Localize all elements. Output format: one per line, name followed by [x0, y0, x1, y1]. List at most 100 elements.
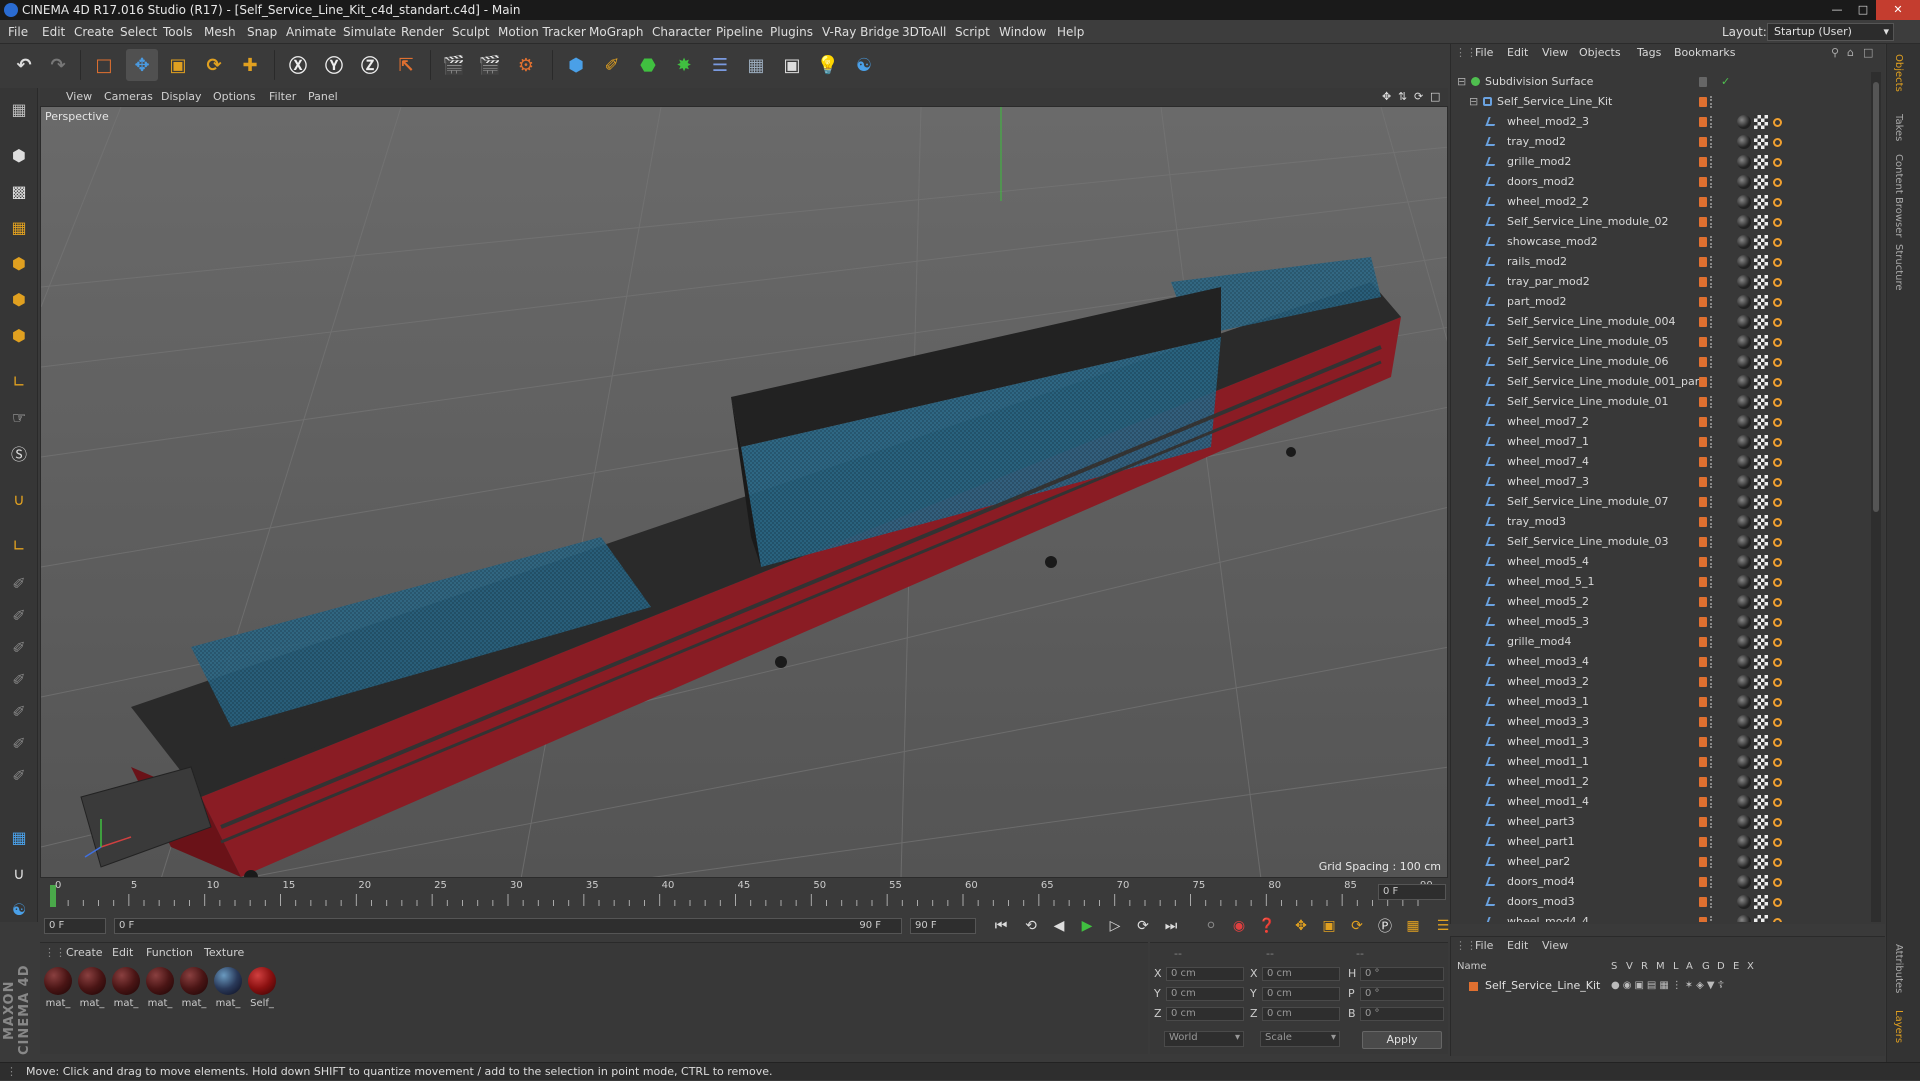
x-axis-lock-icon[interactable]: Ⓧ — [282, 49, 314, 81]
visibility-dots-icon[interactable] — [1710, 736, 1713, 748]
tree-row-object[interactable]: Self_Service_Line_module_01 — [1451, 392, 1871, 412]
visibility-dots-icon[interactable] — [1710, 396, 1713, 408]
menu-window[interactable]: Window — [999, 20, 1046, 44]
texture-tag-icon[interactable] — [1754, 175, 1768, 189]
material-tag-icon[interactable] — [1737, 755, 1751, 769]
layer-color-swatch[interactable] — [1699, 797, 1707, 807]
visibility-dots-icon[interactable] — [1710, 836, 1713, 848]
next-frame-icon[interactable]: ▷ — [1104, 915, 1126, 937]
viewport-scene[interactable] — [41, 107, 1448, 878]
visibility-dots-icon[interactable] — [1710, 896, 1713, 908]
material-swatch[interactable]: mat_ — [178, 967, 210, 1009]
menu-file[interactable]: File — [8, 20, 28, 44]
texture-tag-icon[interactable] — [1754, 795, 1768, 809]
sculpt-smooth-icon[interactable]: ✐ — [3, 632, 35, 662]
om-menu-bookmarks[interactable]: Bookmarks — [1674, 44, 1735, 62]
visibility-dots-icon[interactable] — [1710, 656, 1713, 668]
texture-tag-icon[interactable] — [1754, 615, 1768, 629]
visibility-dots-icon[interactable] — [1710, 336, 1713, 348]
material-tag-icon[interactable] — [1737, 635, 1751, 649]
texture-tag-icon[interactable] — [1754, 875, 1768, 889]
layer-color-swatch[interactable] — [1699, 697, 1707, 707]
z-axis-lock-icon[interactable]: Ⓩ — [354, 49, 386, 81]
tree-row-object[interactable]: wheel_mod1_2 — [1451, 772, 1871, 792]
visibility-dots-icon[interactable] — [1710, 416, 1713, 428]
material-tag-icon[interactable] — [1737, 395, 1751, 409]
texture-tag-icon[interactable] — [1754, 355, 1768, 369]
phong-tag-icon[interactable] — [1773, 358, 1782, 367]
om-menu-objects[interactable]: Objects — [1579, 44, 1621, 62]
layer-color-swatch[interactable] — [1699, 177, 1707, 187]
layer-color-swatch[interactable] — [1699, 137, 1707, 147]
render-picture-viewer-icon[interactable]: 🎬 — [474, 49, 506, 81]
tab-takes[interactable]: Takes — [1893, 114, 1904, 141]
material-swatch[interactable]: mat_ — [42, 967, 74, 1009]
phong-tag-icon[interactable] — [1773, 118, 1782, 127]
frame-range-slider[interactable]: 0 F 90 F — [114, 918, 902, 934]
tab-objects[interactable]: Objects — [1893, 54, 1904, 92]
collapse-icon[interactable]: ⊟ — [1457, 72, 1466, 92]
visibility-dots-icon[interactable] — [1710, 376, 1713, 388]
phong-tag-icon[interactable] — [1773, 258, 1782, 267]
material-tag-icon[interactable] — [1737, 535, 1751, 549]
model-mode-icon[interactable]: ⬢ — [3, 140, 35, 170]
material-tag-icon[interactable] — [1737, 335, 1751, 349]
texture-tag-icon[interactable] — [1754, 475, 1768, 489]
phong-tag-icon[interactable] — [1773, 778, 1782, 787]
menu-render[interactable]: Render — [401, 20, 444, 44]
tree-row-object[interactable]: wheel_mod4_4 — [1451, 912, 1871, 922]
phong-tag-icon[interactable] — [1773, 898, 1782, 907]
texture-tag-icon[interactable] — [1754, 635, 1768, 649]
new-window-icon[interactable]: □ — [1863, 44, 1873, 62]
layer-color-swatch[interactable] — [1699, 857, 1707, 867]
tree-row-object[interactable]: rails_mod2 — [1451, 252, 1871, 272]
tree-row-object[interactable]: Self_Service_Line_module_07 — [1451, 492, 1871, 512]
perspective-viewport[interactable]: Perspective Grid Spacing : 100 cm — [40, 106, 1448, 878]
phong-tag-icon[interactable] — [1773, 818, 1782, 827]
layer-color-swatch[interactable] — [1699, 257, 1707, 267]
camera-icon[interactable]: ▣ — [776, 49, 808, 81]
material-tag-icon[interactable] — [1737, 595, 1751, 609]
layer-color-swatch[interactable] — [1699, 777, 1707, 787]
phong-tag-icon[interactable] — [1773, 858, 1782, 867]
material-swatch[interactable]: mat_ — [110, 967, 142, 1009]
layer-color-swatch[interactable] — [1699, 497, 1707, 507]
texture-tag-icon[interactable] — [1754, 275, 1768, 289]
rotation-p-field[interactable]: 0 ° — [1360, 987, 1444, 1001]
texture-tag-icon[interactable] — [1754, 295, 1768, 309]
phong-tag-icon[interactable] — [1773, 178, 1782, 187]
spline-pen-icon[interactable]: ✐ — [596, 49, 628, 81]
om-menu-view[interactable]: View — [1542, 44, 1568, 62]
edges-mode-icon[interactable]: ⬢ — [3, 284, 35, 314]
tree-row-object[interactable]: wheel_mod_5_1 — [1451, 572, 1871, 592]
make-editable-icon[interactable]: ▦ — [3, 94, 35, 124]
magnet-lock-icon[interactable]: ∪ — [3, 858, 35, 888]
material-tag-icon[interactable] — [1737, 475, 1751, 489]
material-tag-icon[interactable] — [1737, 875, 1751, 889]
viewport-orbit-icon[interactable]: ⟳ — [1414, 88, 1423, 106]
material-tag-icon[interactable] — [1737, 455, 1751, 469]
visibility-dots-icon[interactable] — [1710, 876, 1713, 888]
phong-tag-icon[interactable] — [1773, 278, 1782, 287]
layer-color-swatch[interactable] — [1699, 237, 1707, 247]
texture-tag-icon[interactable] — [1754, 835, 1768, 849]
tree-row-object[interactable]: wheel_mod3_3 — [1451, 712, 1871, 732]
visibility-dots-icon[interactable] — [1710, 96, 1713, 108]
tree-row-object[interactable]: wheel_mod5_3 — [1451, 612, 1871, 632]
material-tag-icon[interactable] — [1737, 355, 1751, 369]
tree-row-subdivision-surface[interactable]: ⊟ Subdivision Surface ✓ — [1451, 72, 1871, 92]
material-tag-icon[interactable] — [1737, 915, 1751, 922]
material-tag-icon[interactable] — [1737, 895, 1751, 909]
tree-row-object[interactable]: doors_mod4 — [1451, 872, 1871, 892]
subdivision-surface-icon[interactable]: ⬣ — [632, 49, 664, 81]
layer-color-swatch[interactable] — [1699, 737, 1707, 747]
search-icon[interactable]: ⚲ — [1831, 44, 1839, 62]
tree-row-object[interactable]: wheel_mod7_4 — [1451, 452, 1871, 472]
visibility-dots-icon[interactable] — [1710, 436, 1713, 448]
record-keys-icon[interactable]: ⚪ — [1200, 915, 1222, 937]
layer-color-swatch[interactable] — [1699, 617, 1707, 627]
visibility-dots-icon[interactable] — [1710, 476, 1713, 488]
tree-row-object[interactable]: doors_mod3 — [1451, 892, 1871, 912]
y-axis-lock-icon[interactable]: Ⓨ — [318, 49, 350, 81]
points-mode-icon[interactable]: ⬢ — [3, 248, 35, 278]
